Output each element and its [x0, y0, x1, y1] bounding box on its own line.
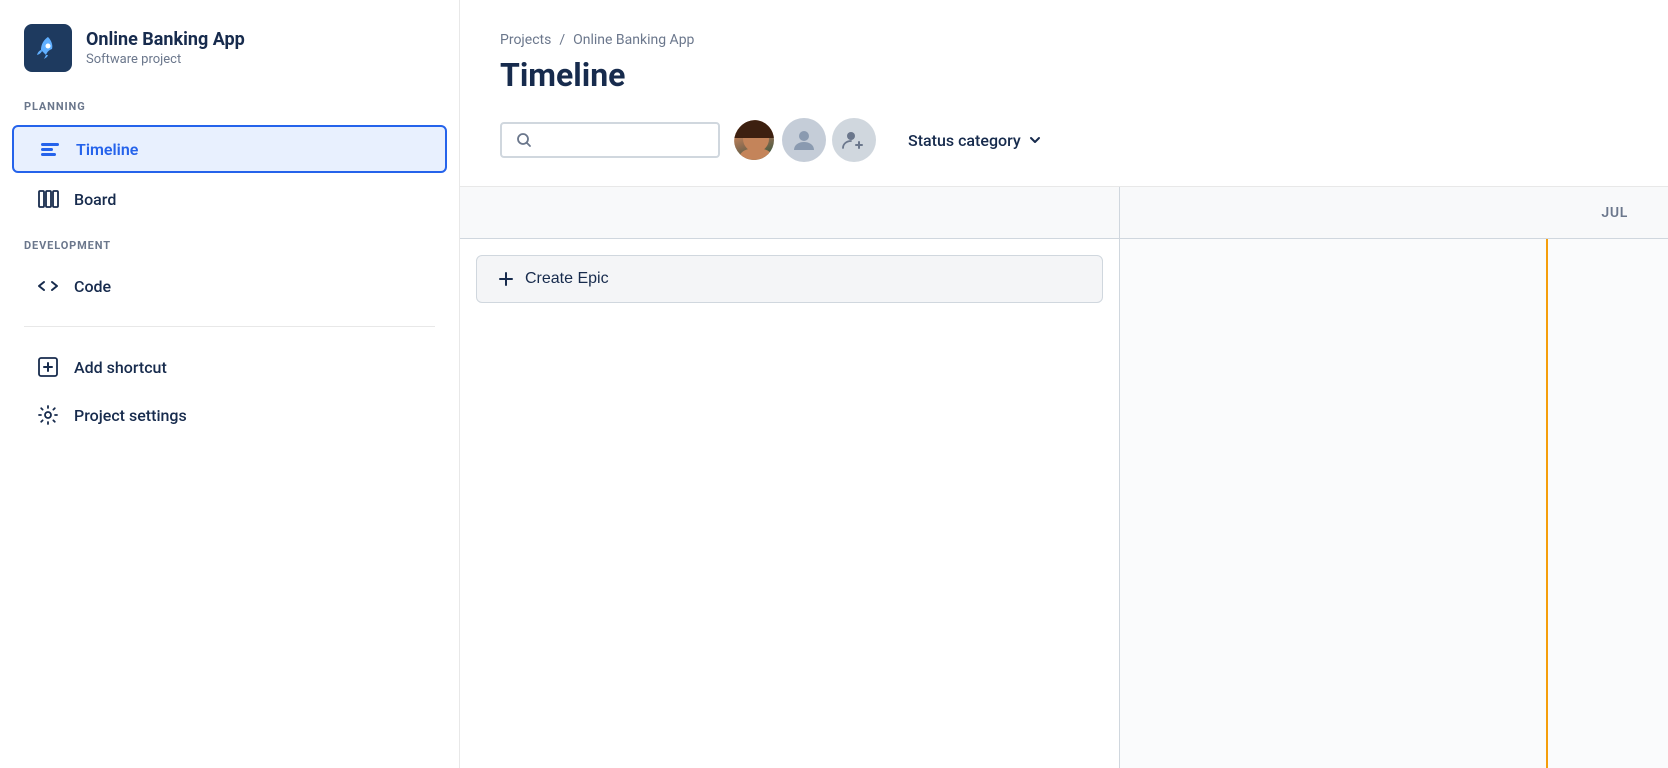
timeline-area: JUL Create Epic — [460, 186, 1668, 768]
board-icon — [36, 187, 60, 211]
sidebar-header: Online Banking App Software project — [0, 24, 459, 100]
plus-icon — [497, 270, 515, 288]
code-label: Code — [74, 277, 111, 296]
sidebar-item-project-settings[interactable]: Project settings — [12, 393, 447, 437]
chevron-down-icon — [1027, 132, 1043, 148]
timeline-header-row: JUL — [460, 187, 1668, 239]
settings-icon — [36, 403, 60, 427]
sidebar: Online Banking App Software project PLAN… — [0, 0, 460, 768]
add-shortcut-label: Add shortcut — [74, 358, 167, 377]
main-content: Projects / Online Banking App Timeline — [460, 0, 1668, 768]
sidebar-item-timeline[interactable]: Timeline — [12, 125, 447, 173]
timeline-right-panel — [1120, 239, 1668, 768]
project-info: Online Banking App Software project — [86, 29, 245, 67]
breadcrumb-separator: / — [559, 32, 565, 48]
avatar-user1[interactable] — [732, 118, 776, 162]
search-box[interactable] — [500, 122, 720, 158]
sidebar-item-add-shortcut[interactable]: Add shortcut — [12, 345, 447, 389]
today-line — [1546, 239, 1548, 768]
search-input[interactable] — [540, 132, 704, 148]
breadcrumb-projects[interactable]: Projects — [500, 32, 551, 48]
timeline-body: Create Epic — [460, 239, 1668, 768]
timeline-left-panel: Create Epic — [460, 239, 1120, 768]
project-icon — [24, 24, 72, 72]
sidebar-divider — [24, 326, 435, 327]
avatar-user2[interactable] — [782, 118, 826, 162]
breadcrumb: Projects / Online Banking App — [500, 32, 1628, 48]
avatar-group — [732, 118, 876, 162]
timeline-right-header: JUL — [1120, 187, 1668, 238]
board-label: Board — [74, 190, 116, 209]
add-shortcut-icon — [36, 355, 60, 379]
create-epic-label: Create Epic — [525, 270, 609, 288]
timeline-icon — [38, 137, 62, 161]
sidebar-item-board[interactable]: Board — [12, 177, 447, 221]
avatar-add-button[interactable] — [832, 118, 876, 162]
breadcrumb-project-name: Online Banking App — [573, 32, 694, 48]
section-label-planning: PLANNING — [0, 100, 459, 123]
search-icon — [516, 132, 532, 148]
section-label-development: DEVELOPMENT — [0, 239, 459, 262]
create-epic-button[interactable]: Create Epic — [476, 255, 1103, 303]
code-icon — [36, 274, 60, 298]
status-dropdown[interactable]: Status category — [896, 123, 1055, 158]
timeline-label: Timeline — [76, 140, 138, 159]
page-title: Timeline — [500, 56, 1628, 94]
project-name: Online Banking App — [86, 29, 245, 50]
month-label: JUL — [1601, 205, 1628, 221]
project-settings-label: Project settings — [74, 406, 187, 425]
main-header: Projects / Online Banking App Timeline — [460, 0, 1668, 186]
project-type: Software project — [86, 52, 245, 67]
sidebar-item-code[interactable]: Code — [12, 264, 447, 308]
timeline-left-header — [460, 187, 1120, 238]
status-dropdown-label: Status category — [908, 131, 1021, 150]
toolbar: Status category — [500, 118, 1628, 162]
